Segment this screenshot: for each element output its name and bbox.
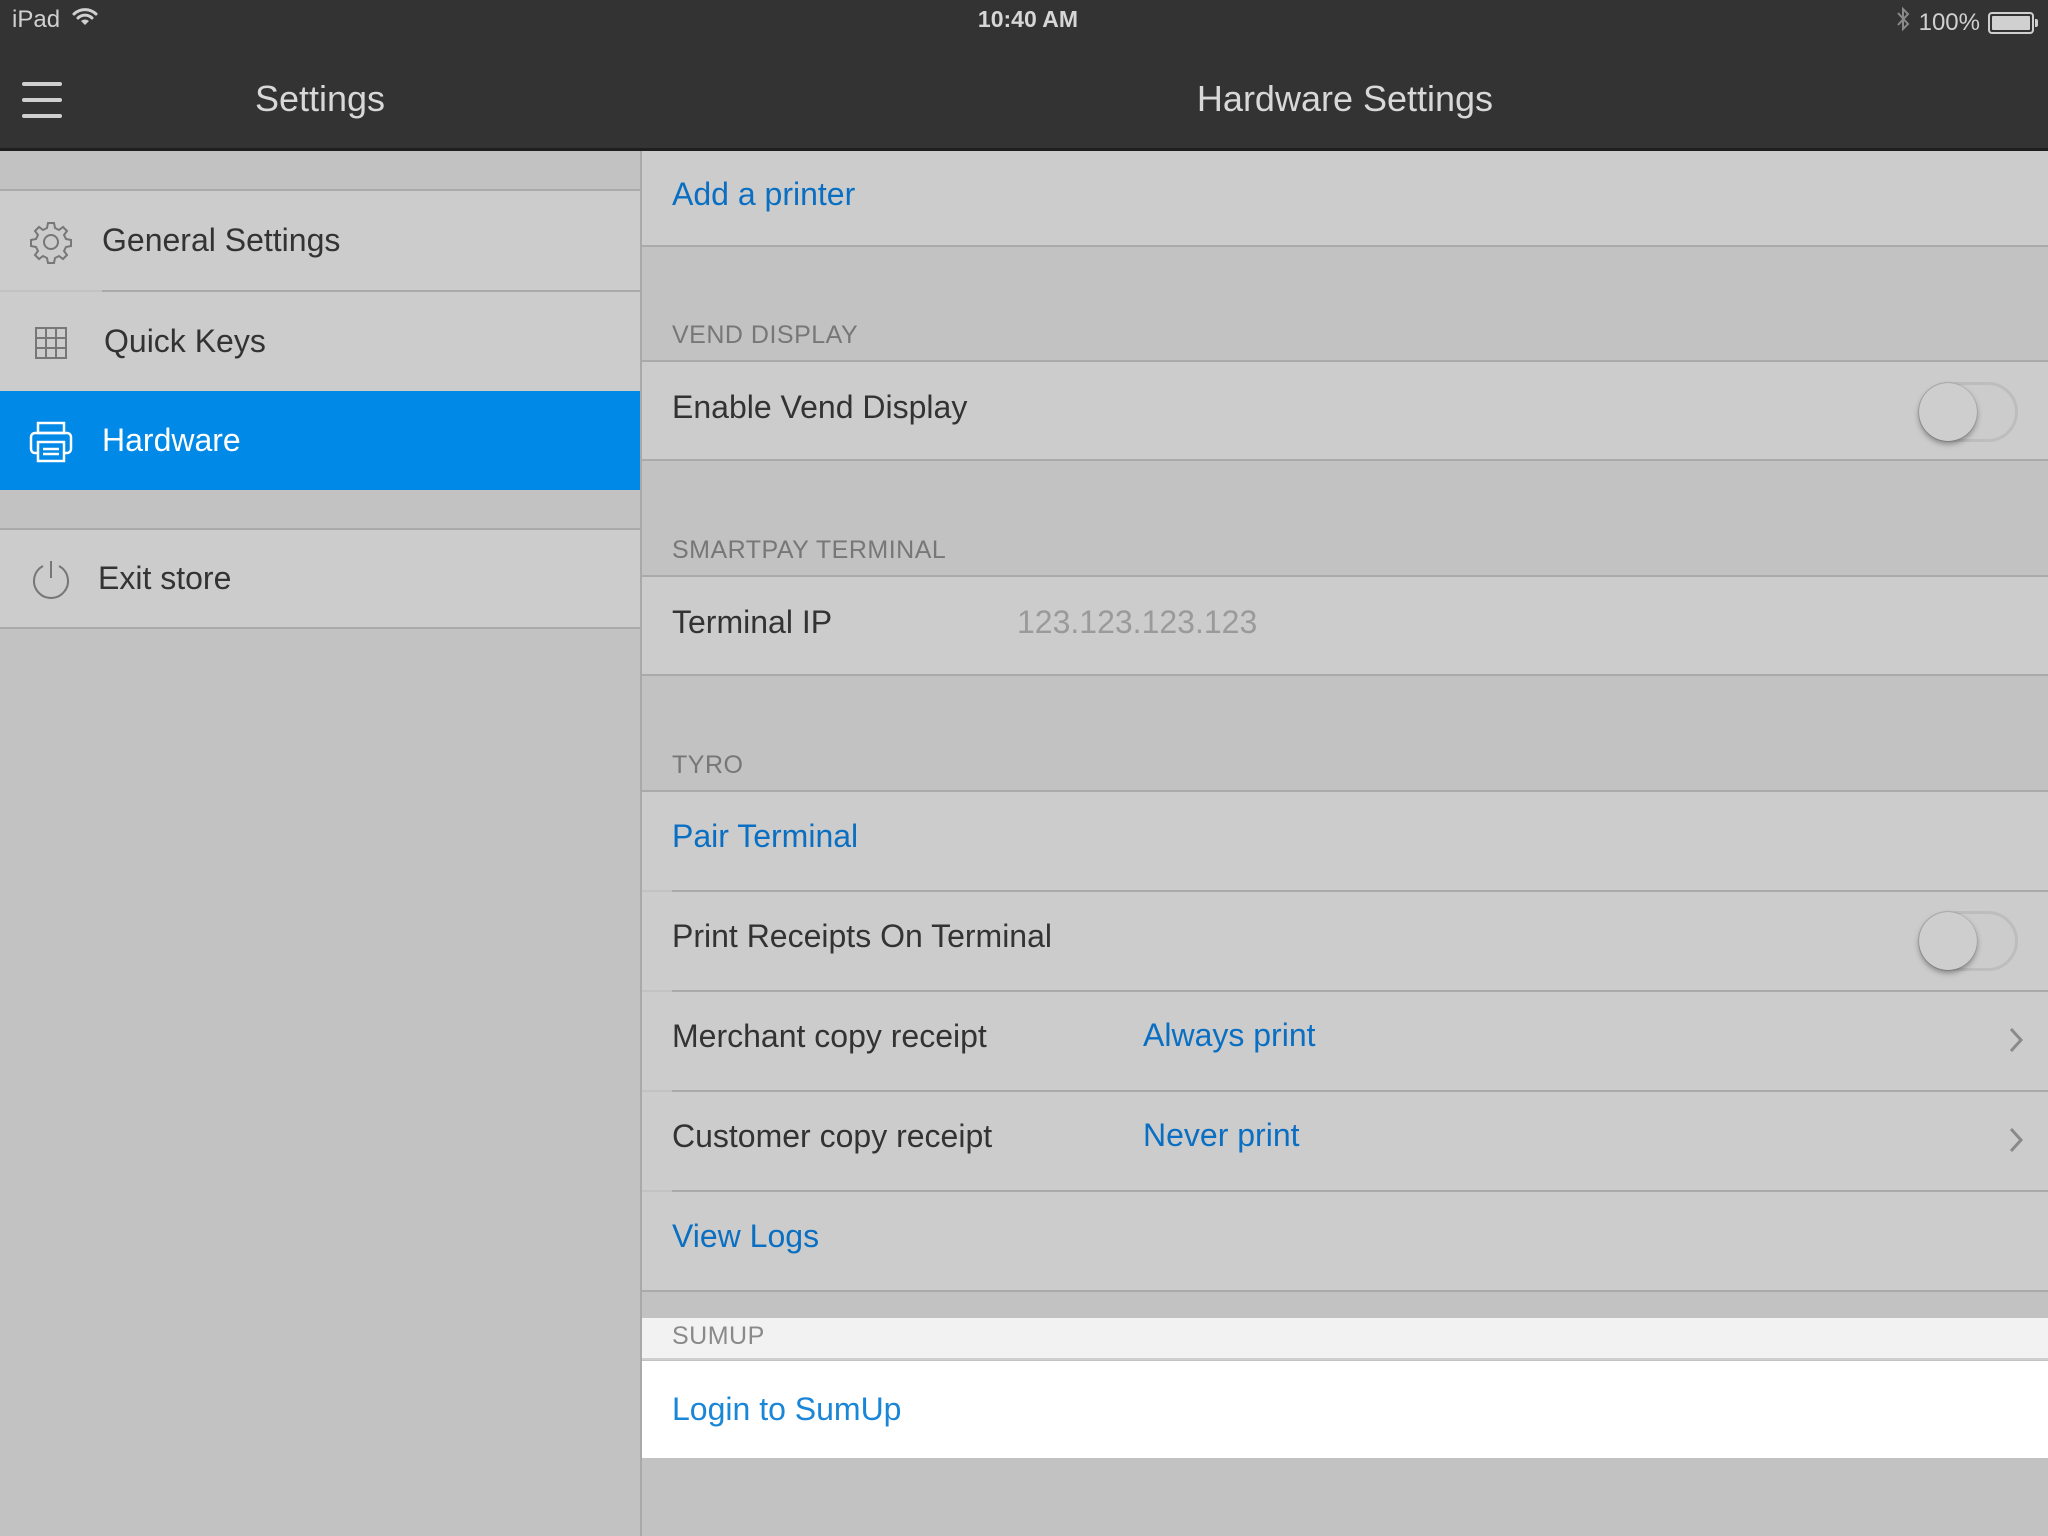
enable-vend-display-row: Enable Vend Display	[642, 362, 2048, 459]
grid-icon	[28, 320, 74, 366]
status-bar: iPad 10:40 AM 100%	[0, 0, 2048, 40]
battery-fill	[1992, 15, 2030, 30]
merchant-copy-label: Merchant copy receipt	[672, 1018, 987, 1054]
print-receipts-row: Print Receipts On Terminal	[642, 892, 2048, 990]
add-printer-row[interactable]: Add a printer	[642, 151, 2048, 245]
gear-icon	[28, 219, 74, 265]
enable-vend-display-label: Enable Vend Display	[672, 389, 968, 425]
sidebar: General Settings Quick Keys Hardware Exi…	[0, 151, 640, 1536]
main-navbar: Hardware Settings	[642, 40, 2048, 150]
add-printer-link[interactable]: Add a printer	[672, 176, 855, 213]
section-header-smartpay: SMARTPAY TERMINAL	[672, 536, 947, 564]
print-receipts-toggle[interactable]	[1918, 911, 2018, 971]
login-sumup-row[interactable]: Login to SumUp	[642, 1361, 2048, 1458]
clock: 10:40 AM	[977, 6, 1079, 32]
power-icon	[28, 558, 74, 604]
sidebar-item-exit-store[interactable]: Exit store	[0, 530, 640, 627]
customer-copy-label: Customer copy receipt	[672, 1118, 993, 1154]
pair-terminal-link[interactable]: Pair Terminal	[672, 818, 858, 855]
sidebar-item-label: Quick Keys	[104, 323, 266, 359]
sidebar-item-general-settings[interactable]: General Settings	[0, 191, 640, 290]
sidebar-item-label: Hardware	[102, 422, 241, 458]
battery-percent: 100%	[1918, 8, 1980, 36]
sidebar-item-hardware[interactable]: Hardware	[0, 391, 640, 490]
view-logs-row[interactable]: View Logs	[642, 1192, 2048, 1290]
sidebar-item-quick-keys[interactable]: Quick Keys	[0, 292, 640, 391]
divider	[0, 627, 640, 629]
sidebar-navbar: Settings	[0, 40, 640, 150]
page-title: Hardware Settings	[1196, 78, 1494, 119]
sidebar-item-label: Exit store	[98, 560, 232, 596]
enable-vend-display-toggle[interactable]	[1918, 382, 2018, 442]
print-receipts-label: Print Receipts On Terminal	[672, 918, 1052, 954]
login-sumup-link[interactable]: Login to SumUp	[672, 1391, 901, 1428]
view-logs-link[interactable]: View Logs	[672, 1218, 819, 1255]
terminal-ip-label: Terminal IP	[672, 604, 833, 640]
section-header-vend-display: VEND DISPLAY	[672, 321, 859, 349]
section-header-tyro: TYRO	[672, 751, 744, 779]
section-header-sumup: SUMUP	[672, 1322, 765, 1350]
terminal-ip-row: Terminal IP 123.123.123.123	[642, 577, 2048, 674]
merchant-copy-value: Always print	[1143, 1017, 1316, 1053]
battery-icon	[1988, 11, 2038, 34]
customer-copy-value: Never print	[1143, 1117, 1300, 1153]
terminal-ip-input[interactable]: 123.123.123.123	[1017, 604, 1257, 641]
bluetooth-icon	[1895, 6, 1911, 39]
divider	[642, 1290, 2048, 1292]
divider	[642, 674, 2048, 676]
divider	[642, 245, 2048, 247]
merchant-copy-row[interactable]: Merchant copy receipt Always print	[642, 992, 2048, 1090]
chevron-right-icon	[2006, 1025, 2026, 1055]
printer-icon	[28, 419, 74, 465]
customer-copy-row[interactable]: Customer copy receipt Never print	[642, 1092, 2048, 1190]
sidebar-item-label: General Settings	[102, 222, 341, 258]
divider	[642, 459, 2048, 461]
hardware-settings-pane: Add a printer VEND DISPLAY Enable Vend D…	[642, 151, 2048, 1536]
pair-terminal-row[interactable]: Pair Terminal	[642, 792, 2048, 890]
chevron-right-icon	[2006, 1125, 2026, 1155]
sidebar-title: Settings	[254, 78, 386, 119]
section-header-sumup-bar: SUMUP	[642, 1318, 2048, 1360]
